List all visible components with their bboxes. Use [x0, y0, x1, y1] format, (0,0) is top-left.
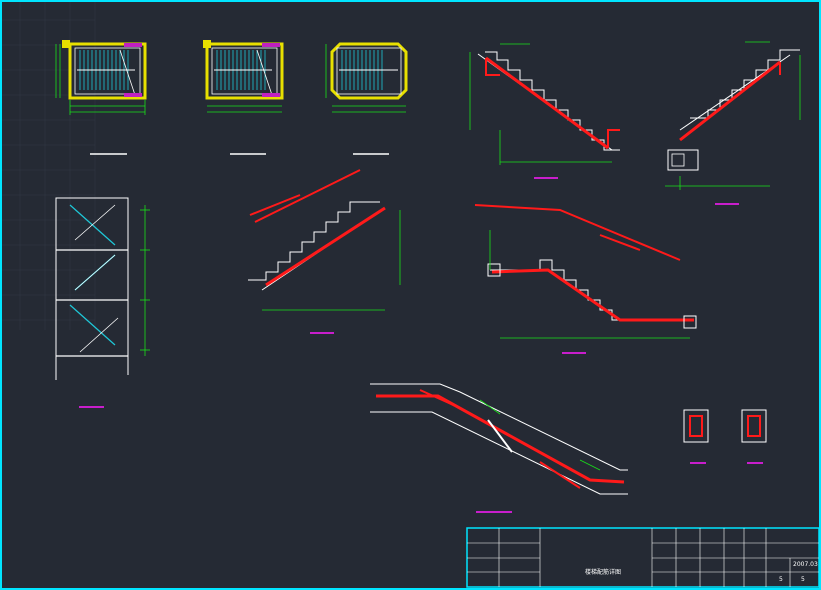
- stair-section-b: [665, 41, 801, 205]
- stair-section-a: [469, 43, 620, 179]
- sheet-number: 5: [779, 576, 783, 583]
- stair-plan-1: [55, 40, 147, 155]
- drawing-name: 楼梯配筋详图: [585, 569, 622, 576]
- stair-section-e: [370, 383, 628, 513]
- stair-plan-2: [203, 40, 284, 155]
- stair-section-d: [474, 204, 697, 354]
- sheet-total: 5: [801, 576, 805, 583]
- cad-drawing-sheet: 楼梯配筋详图 2007.03 5 5: [0, 0, 821, 590]
- stair-detail-drawing: [0, 0, 821, 590]
- stair-section-c: [248, 169, 401, 334]
- drawing-date: 2007.03: [793, 561, 818, 568]
- beam-detail-2: [741, 409, 767, 464]
- title-block: [466, 527, 820, 588]
- background-grid: [0, 0, 96, 330]
- stair-plan-3: [325, 42, 408, 155]
- beam-detail-1: [683, 409, 709, 464]
